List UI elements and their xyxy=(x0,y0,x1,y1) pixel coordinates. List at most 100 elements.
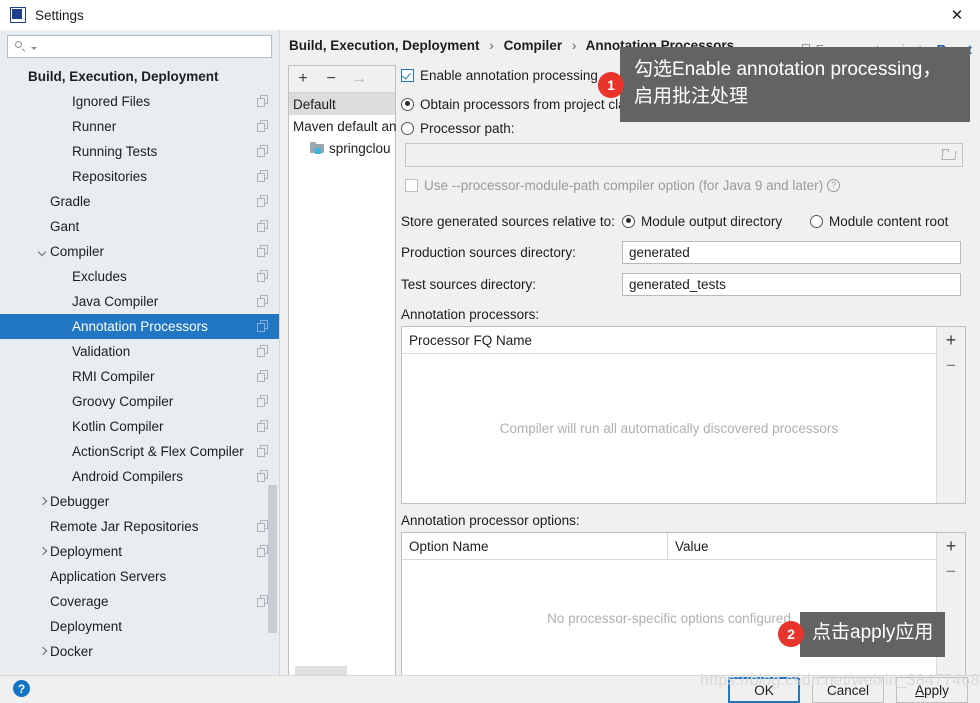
sidebar-item-coverage[interactable]: Coverage xyxy=(0,589,279,614)
move-profile-button[interactable]: → xyxy=(345,66,373,92)
sidebar-item-running-tests[interactable]: Running Tests xyxy=(0,139,279,164)
sidebar-item-java-compiler[interactable]: Java Compiler xyxy=(0,289,279,314)
chevron-right-icon[interactable] xyxy=(36,545,49,558)
enable-annotation-processing-checkbox[interactable] xyxy=(401,68,414,82)
column-header-value[interactable]: Value xyxy=(667,533,936,559)
breadcrumb-item-0[interactable]: Build, Execution, Deployment xyxy=(289,38,480,53)
profile-item-label: Default xyxy=(293,96,336,112)
processors-table-side-toolbar: + − xyxy=(936,327,965,503)
sidebar-item-label: Deployment xyxy=(50,544,123,559)
production-sources-input[interactable]: generated xyxy=(622,240,961,264)
profile-item-label: springclou xyxy=(329,140,391,156)
sidebar-item-debugger[interactable]: Debugger xyxy=(0,489,279,514)
remove-processor-button[interactable]: − xyxy=(937,353,966,379)
sidebar-item-runner[interactable]: Runner xyxy=(0,114,279,139)
sidebar-item-repositories[interactable]: Repositories xyxy=(0,164,279,189)
sidebar-item-label: Kotlin Compiler xyxy=(72,419,164,434)
copy-module-icon xyxy=(257,145,269,157)
sidebar-item-gradle[interactable]: Gradle xyxy=(0,189,279,214)
sidebar-item-label: Gant xyxy=(50,219,80,234)
sidebar-item-docker[interactable]: Docker xyxy=(0,639,279,664)
sidebar-item-label: Validation xyxy=(72,344,131,359)
sidebar-item-label: Debugger xyxy=(50,494,110,509)
profile-list-item[interactable]: Default xyxy=(289,93,395,115)
processor-module-path-checkbox[interactable] xyxy=(405,178,418,192)
sidebar-item-label: Android Compilers xyxy=(72,469,184,484)
module-output-directory-radio[interactable] xyxy=(622,214,635,228)
breadcrumb-item-1[interactable]: Compiler xyxy=(504,38,563,53)
copy-module-icon xyxy=(257,220,269,232)
test-sources-input[interactable]: generated_tests xyxy=(622,272,961,296)
search-box[interactable] xyxy=(7,35,272,58)
sidebar-item-ignored-files[interactable]: Ignored Files xyxy=(0,89,279,114)
sidebar-item-build-execution-deployment[interactable]: Build, Execution, Deployment xyxy=(0,64,279,89)
sidebar-item-label: Compiler xyxy=(50,244,105,259)
chevron-down-icon[interactable] xyxy=(31,46,37,50)
store-generated-label: Store generated sources relative to: xyxy=(401,213,615,229)
sidebar-item-label: Build, Execution, Deployment xyxy=(28,69,219,84)
search-input[interactable] xyxy=(40,36,271,57)
sidebar-item-label: Remote Jar Repositories xyxy=(50,519,199,534)
chevron-down-icon[interactable] xyxy=(36,245,49,258)
sidebar-item-label: Application Servers xyxy=(50,569,167,584)
copy-module-icon xyxy=(257,120,269,132)
chevron-right-icon[interactable] xyxy=(36,645,49,658)
profile-list-item[interactable]: Maven default an xyxy=(289,115,397,137)
sidebar-item-validation[interactable]: Validation xyxy=(0,339,279,364)
annotation-processors-table-label: Annotation processors: xyxy=(401,307,540,322)
sidebar-item-deployment[interactable]: Deployment xyxy=(0,614,279,639)
copy-module-icon xyxy=(257,470,269,482)
sidebar-item-rmi-compiler[interactable]: RMI Compiler xyxy=(0,364,279,389)
sidebar-item-deployment[interactable]: Deployment xyxy=(0,539,279,564)
add-profile-button[interactable]: + xyxy=(289,66,317,92)
dialog-buttons: OK Cancel Apply xyxy=(728,677,968,703)
ok-button[interactable]: OK xyxy=(728,677,800,703)
add-option-button[interactable]: + xyxy=(937,533,966,559)
sidebar-item-application-servers[interactable]: Application Servers xyxy=(0,564,279,589)
sidebar-item-groovy-compiler[interactable]: Groovy Compiler xyxy=(0,389,279,414)
copy-module-icon xyxy=(257,195,269,207)
processor-path-input[interactable] xyxy=(405,143,963,167)
column-header-processor-fq-name[interactable]: Processor FQ Name xyxy=(402,327,936,353)
sidebar-item-label: Deployment xyxy=(50,619,123,634)
help-question-icon[interactable]: ? xyxy=(13,680,30,697)
folder-browse-icon[interactable] xyxy=(941,148,958,162)
callout-1-bubble: 勾选Enable annotation processing，启用批注处理 xyxy=(611,47,970,123)
profile-module-item[interactable]: springclou xyxy=(289,137,395,159)
profiles-list: Default Maven default an springclou xyxy=(289,93,397,159)
sidebar-item-compiler[interactable]: Compiler xyxy=(0,239,279,264)
window-title: Settings xyxy=(35,7,84,23)
question-mark-icon[interactable]: ? xyxy=(827,178,841,192)
sidebar-item-label: Java Compiler xyxy=(72,294,159,309)
sidebar-item-actionscript-flex-compiler[interactable]: ActionScript & Flex Compiler xyxy=(0,439,279,464)
test-sources-label: Test sources directory: xyxy=(401,276,537,292)
copy-module-icon xyxy=(257,95,269,107)
remove-option-button[interactable]: − xyxy=(937,559,966,585)
sidebar-scrollbar-thumb[interactable] xyxy=(268,485,277,633)
obtain-from-classpath-radio[interactable] xyxy=(401,97,414,111)
sidebar-item-android-compilers[interactable]: Android Compilers xyxy=(0,464,279,489)
column-header-option-name[interactable]: Option Name xyxy=(402,533,667,559)
search-icon xyxy=(14,40,28,54)
sidebar-item-remote-jar-repositories[interactable]: Remote Jar Repositories xyxy=(0,514,279,539)
add-processor-button[interactable]: + xyxy=(937,327,966,353)
remove-profile-button[interactable]: − xyxy=(317,66,345,92)
sidebar-item-annotation-processors[interactable]: Annotation Processors xyxy=(0,314,279,339)
sidebar-item-label: Groovy Compiler xyxy=(72,394,174,409)
sidebar-item-kotlin-compiler[interactable]: Kotlin Compiler xyxy=(0,414,279,439)
copy-module-icon xyxy=(257,395,269,407)
module-content-root-radio[interactable] xyxy=(810,214,823,228)
cancel-button[interactable]: Cancel xyxy=(812,677,884,703)
apply-button[interactable]: Apply xyxy=(896,677,968,703)
sidebar-item-excludes[interactable]: Excludes xyxy=(0,264,279,289)
processor-path-radio[interactable] xyxy=(401,121,414,135)
sidebar-item-gant[interactable]: Gant xyxy=(0,214,279,239)
close-icon[interactable]: ✕ xyxy=(934,0,980,30)
chevron-right-icon[interactable] xyxy=(36,495,49,508)
breadcrumb-separator: › xyxy=(571,38,577,53)
dialog-footer: ? OK Cancel Apply xyxy=(0,675,980,703)
sidebar-item-label: Ignored Files xyxy=(72,94,151,109)
processor-module-path-row[interactable]: Use --processor-module-path compiler opt… xyxy=(405,173,973,197)
copy-module-icon xyxy=(257,370,269,382)
